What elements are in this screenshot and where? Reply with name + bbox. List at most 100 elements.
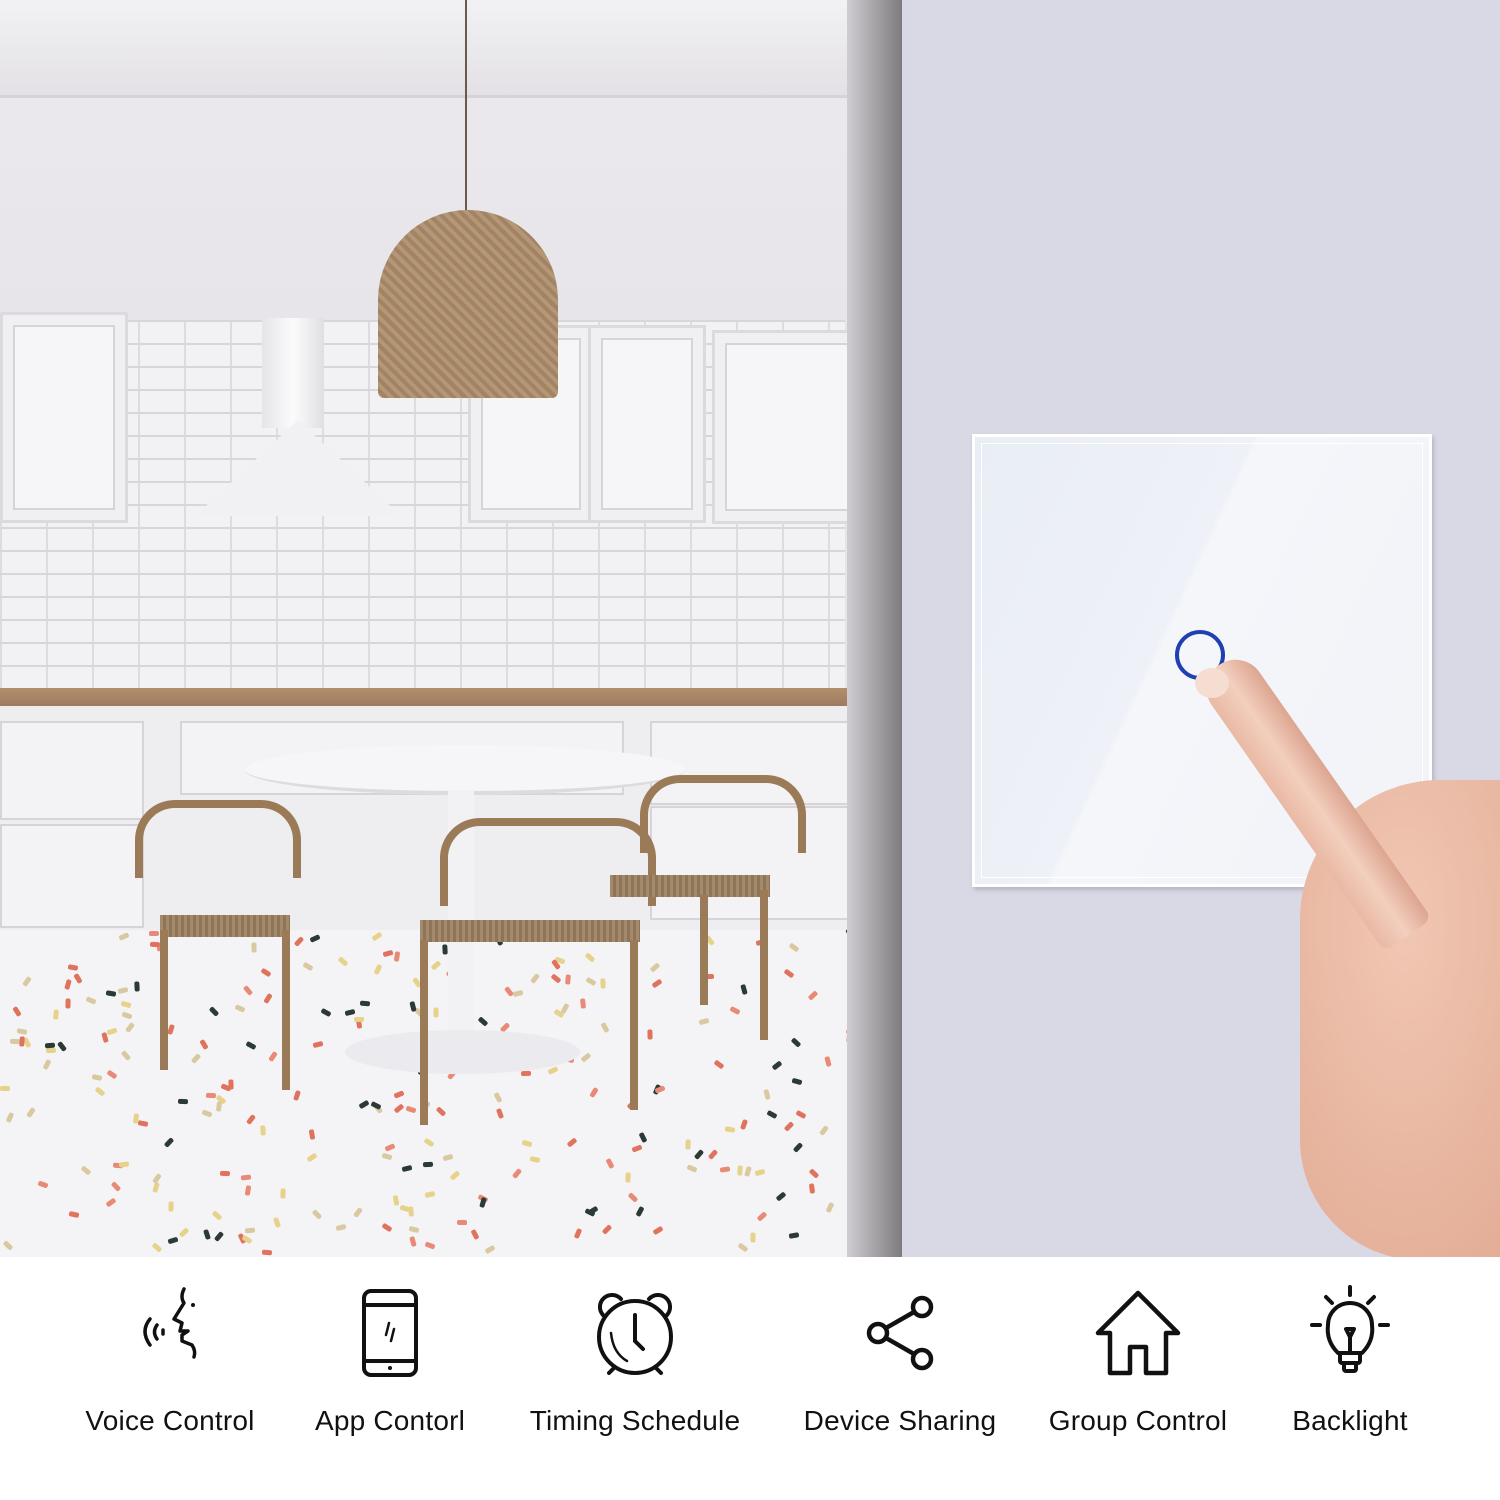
terrazzo-chip <box>744 1166 753 1178</box>
terrazzo-chip <box>546 1066 559 1075</box>
terrazzo-chip <box>80 1165 92 1176</box>
terrazzo-chip <box>216 1101 223 1112</box>
terrazzo-chip <box>808 1183 815 1195</box>
terrazzo-chip <box>68 1210 80 1218</box>
terrazzo-chip <box>163 1137 174 1149</box>
terrazzo-chip <box>280 1188 286 1199</box>
terrazzo-chip <box>260 967 272 977</box>
terrazzo-chip <box>124 1022 135 1034</box>
ceiling-molding <box>0 0 902 98</box>
terrazzo-chip <box>824 1056 832 1068</box>
terrazzo-chip <box>401 1165 413 1173</box>
terrazzo-chip <box>166 1024 175 1036</box>
terrazzo-chip <box>337 956 349 967</box>
range-hood-chimney <box>262 318 324 428</box>
terrazzo-chip <box>312 1040 324 1049</box>
terrazzo-chip <box>423 1161 434 1168</box>
feature-app-control: App Contorl <box>270 1285 510 1475</box>
wishbone-chair <box>135 800 301 878</box>
terrazzo-chip <box>512 990 524 998</box>
terrazzo-chip <box>382 950 394 958</box>
terrazzo-chip <box>2 1240 14 1251</box>
terrazzo-chip <box>12 1005 22 1017</box>
terrazzo-chip <box>713 1059 725 1070</box>
terrazzo-chip <box>121 1011 133 1020</box>
terrazzo-chip <box>45 1042 56 1048</box>
terrazzo-chip <box>240 1174 251 1181</box>
terrazzo-chip <box>381 1222 393 1232</box>
terrazzo-chip <box>105 1197 117 1208</box>
terrazzo-chip <box>373 963 383 975</box>
terrazzo-chip <box>149 941 161 948</box>
terrazzo-chip <box>354 1016 365 1022</box>
terrazzo-chip <box>788 1232 800 1240</box>
terrazzo-chip <box>85 996 97 1005</box>
terrazzo-chip <box>685 1139 692 1150</box>
chair-seat <box>160 915 290 937</box>
terrazzo-chip <box>686 1163 698 1173</box>
terrazzo-chip <box>584 951 596 963</box>
terrazzo-chip <box>272 1217 281 1229</box>
drawer <box>0 721 144 820</box>
terrazzo-chip <box>433 1007 440 1018</box>
terrazzo-chip <box>512 1167 523 1179</box>
terrazzo-chip <box>560 1002 570 1014</box>
terrazzo-chip <box>384 1142 396 1152</box>
terrazzo-chip <box>654 1085 666 1095</box>
terrazzo-chip <box>631 1144 643 1153</box>
terrazzo-chip <box>436 1106 447 1118</box>
terrazzo-chip <box>293 935 305 947</box>
terrazzo-chip <box>585 977 597 987</box>
terrazzo-chip <box>565 974 571 985</box>
wicker-pendant-lamp <box>378 210 558 398</box>
terrazzo-chip <box>242 984 253 996</box>
terrazzo-chip <box>42 1058 52 1071</box>
terrazzo-chip <box>208 1005 220 1017</box>
terrazzo-chip <box>0 1085 11 1091</box>
terrazzo-chip <box>393 1090 406 1099</box>
terrazzo-chip <box>260 1125 266 1136</box>
terrazzo-chip <box>449 1170 460 1181</box>
terrazzo-chip <box>94 1086 106 1097</box>
terrazzo-chip <box>750 1232 756 1243</box>
terrazzo-chip <box>320 1008 332 1018</box>
terrazzo-chip <box>309 933 321 943</box>
terrazzo-chip <box>45 1047 57 1054</box>
table-base <box>345 1030 580 1074</box>
terrazzo-chip <box>729 1005 741 1015</box>
terrazzo-chip <box>708 1148 719 1160</box>
fingernail <box>1195 668 1229 698</box>
terrazzo-chip <box>566 1136 578 1148</box>
terrazzo-chip <box>776 1190 787 1202</box>
terrazzo-chip <box>791 1077 803 1086</box>
terrazzo-chip <box>72 972 83 985</box>
terrazzo-chip <box>589 1086 599 1098</box>
terrazzo-chip <box>212 1210 223 1221</box>
terrazzo-chip <box>344 1008 356 1017</box>
terrazzo-chip <box>191 1053 202 1064</box>
terrazzo-chip <box>167 1236 179 1245</box>
countertop <box>0 688 887 706</box>
lightbulb-icon <box>1310 1285 1390 1373</box>
terrazzo-chip <box>719 1165 731 1173</box>
terrazzo-chip <box>268 1050 279 1062</box>
chair-seat <box>420 920 640 942</box>
terrazzo-chip <box>118 1161 130 1168</box>
wishbone-chair <box>640 775 806 853</box>
terrazzo-chip <box>26 1107 37 1119</box>
feature-voice-control: Voice Control <box>50 1285 290 1475</box>
feature-label: Backlight <box>1292 1405 1408 1436</box>
terrazzo-chip <box>117 986 129 994</box>
terrazzo-chip <box>16 1028 28 1036</box>
terrazzo-chip <box>737 1165 744 1176</box>
chair-leg <box>160 930 168 1070</box>
terrazzo-chip <box>754 1169 766 1177</box>
terrazzo-chip <box>393 1103 405 1114</box>
terrazzo-chip <box>529 1155 541 1163</box>
home-icon <box>1095 1290 1181 1376</box>
feature-label: Device Sharing <box>803 1405 997 1436</box>
upper-cabinet <box>0 312 128 523</box>
terrazzo-chip <box>521 1070 532 1077</box>
feature-label: App Contorl <box>314 1405 466 1436</box>
terrazzo-chip <box>795 1109 807 1120</box>
